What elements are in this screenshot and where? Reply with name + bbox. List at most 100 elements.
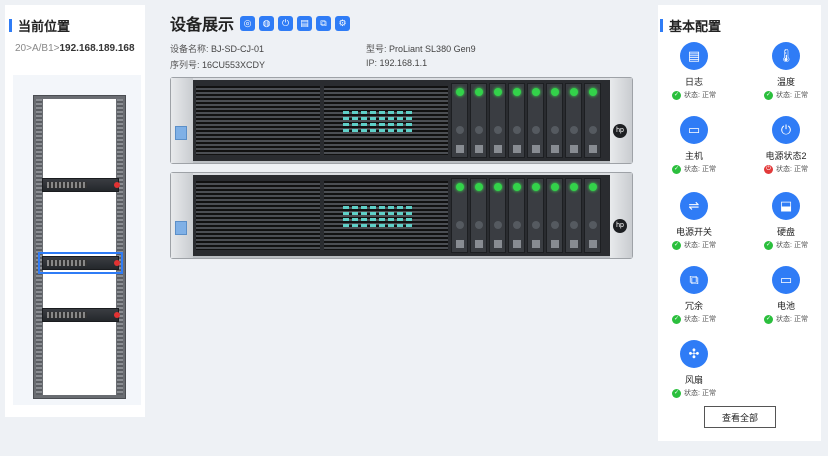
status-value: 正常 xyxy=(793,92,808,99)
log-icon[interactable]: ▤ xyxy=(297,15,313,31)
drive-bay[interactable] xyxy=(489,178,506,253)
server-front-unit-1[interactable]: hp xyxy=(170,77,633,164)
location-panel: 当前位置 20>A/B1>192.168.189.168 xyxy=(5,5,145,417)
config-item-status: ✓ 状态: 正常 xyxy=(751,90,821,100)
vent-grille xyxy=(196,181,320,250)
drive-ok-led-icon xyxy=(512,88,521,96)
drive-bay[interactable] xyxy=(565,83,582,158)
drive-release-icon xyxy=(550,145,559,153)
drive-bay[interactable] xyxy=(584,83,601,158)
location-title: 当前位置 xyxy=(9,16,70,35)
rack-server-3[interactable] xyxy=(42,308,120,322)
network-icon: ⧉ xyxy=(680,266,708,294)
drive-handle-icon xyxy=(569,221,578,229)
drive-bay[interactable] xyxy=(470,178,487,253)
config-item-name: 温度 xyxy=(776,77,795,87)
drive-ok-led-icon xyxy=(493,183,502,191)
status-label: 状态: xyxy=(776,92,792,99)
drive-ok-led-icon xyxy=(493,88,502,96)
config-item-name: 风扇 xyxy=(684,375,703,385)
config-item-power-switch[interactable]: ⇌ 电源开关 ✓ 状态: 正常 xyxy=(659,192,729,250)
drive-bay[interactable] xyxy=(527,178,544,253)
config-item-name: 电源开关 xyxy=(675,227,712,237)
indicator-panel xyxy=(343,108,413,148)
drive-release-icon xyxy=(531,240,540,248)
drive-bay[interactable] xyxy=(489,83,506,158)
cpu-icon[interactable]: ◎ xyxy=(240,15,256,31)
drive-ok-led-icon xyxy=(550,88,559,96)
server-front-unit-2[interactable]: hp xyxy=(170,172,633,259)
drive-ok-led-icon xyxy=(569,88,578,96)
uid-light-icon xyxy=(175,126,187,140)
config-item-temperature[interactable]: 🌡 温度 ✓ 状态: 正常 xyxy=(751,42,821,100)
status-ok-icon: ✓ xyxy=(764,314,774,324)
config-item-status: ✓ 状态: 正常 xyxy=(659,164,729,174)
settings-icon[interactable]: ⚙ xyxy=(335,15,351,31)
serial-info: 序列号: 16CU553XCDY xyxy=(170,58,265,71)
drive-bay[interactable] xyxy=(508,83,525,158)
uid-light-icon xyxy=(175,221,187,235)
drive-bay[interactable] xyxy=(508,178,525,253)
drive-release-icon xyxy=(455,240,464,248)
alarm-led-icon xyxy=(114,312,120,318)
fan-icon: ✣ xyxy=(680,340,708,368)
config-item-name: 电源状态2 xyxy=(765,151,807,161)
drive-bay[interactable] xyxy=(470,83,487,158)
status-label: 状态: xyxy=(776,316,792,323)
title-accent-bar xyxy=(660,19,663,32)
config-item-disk[interactable]: ⬓ 硬盘 ✓ 状态: 正常 xyxy=(751,192,821,250)
drive-release-icon xyxy=(493,145,502,153)
model-label: 型号: xyxy=(366,44,387,54)
breadcrumb-current: 192.168.189.168 xyxy=(59,43,135,54)
vent-grille xyxy=(196,86,320,155)
status-ok-icon: ✓ xyxy=(672,164,682,174)
network-icon[interactable]: ⧉ xyxy=(316,15,332,31)
drive-bay[interactable] xyxy=(451,83,468,158)
drive-bay[interactable] xyxy=(546,178,563,253)
drive-handle-icon xyxy=(588,126,597,134)
drive-bays xyxy=(451,83,601,158)
model-value: ProLiant SL380 Gen9 xyxy=(389,44,476,54)
status-value: 正常 xyxy=(701,242,716,249)
drive-bay[interactable] xyxy=(565,178,582,253)
device-display-header: 设备展示 ◎ ◍ ⏻ ▤ ⧉ ⚙ xyxy=(170,11,354,35)
status-ok-icon: ✓ xyxy=(672,314,682,324)
config-item-host[interactable]: ▭ 主机 ✓ 状态: 正常 xyxy=(659,116,729,174)
power-icon[interactable]: ⏻ xyxy=(278,15,294,31)
drive-bay[interactable] xyxy=(584,178,601,253)
config-item-battery[interactable]: ▭ 电池 ✓ 状态: 正常 xyxy=(751,266,821,324)
drive-release-icon xyxy=(474,145,483,153)
drive-handle-icon xyxy=(474,126,483,134)
view-all-button[interactable]: 查看全部 xyxy=(704,406,776,428)
rack-server-2-selected[interactable] xyxy=(38,252,123,274)
config-item-status: ✓ 状态: 正常 xyxy=(659,240,729,250)
globe-icon[interactable]: ◍ xyxy=(259,15,275,31)
ip-label: IP: xyxy=(366,58,378,68)
status-value: 正常 xyxy=(701,92,716,99)
breadcrumb-path[interactable]: 20>A/B1> xyxy=(15,43,59,54)
drive-bay[interactable] xyxy=(527,83,544,158)
drive-ok-led-icon xyxy=(512,183,521,191)
config-item-status: ✓ 状态: 正常 xyxy=(659,388,729,398)
rack-server-1[interactable] xyxy=(42,178,120,192)
status-label: 状态: xyxy=(684,390,700,397)
config-item-redundancy[interactable]: ⧉ 冗余 ✓ 状态: 正常 xyxy=(659,266,729,324)
drive-handle-icon xyxy=(455,126,464,134)
drive-bays xyxy=(451,178,601,253)
status-value: 正常 xyxy=(701,390,716,397)
drive-bay[interactable] xyxy=(546,83,563,158)
config-item-log[interactable]: ▤ 日志 ✓ 状态: 正常 xyxy=(659,42,729,100)
server-chassis xyxy=(193,80,610,161)
serial-value: 16CU553XCDY xyxy=(202,60,266,70)
indicator-panel xyxy=(343,203,413,243)
config-item-name: 主机 xyxy=(684,151,703,161)
power-icon: ⏻ xyxy=(772,116,800,144)
log-icon: ▤ xyxy=(680,42,708,70)
status-value: 正常 xyxy=(701,166,716,173)
config-item-power-status-2[interactable]: ⏻ 电源状态2 ⏻ 状态: 正常 xyxy=(751,116,821,174)
drive-release-icon xyxy=(512,145,521,153)
config-item-fan[interactable]: ✣ 风扇 ✓ 状态: 正常 xyxy=(659,340,729,398)
basic-config-title: 基本配置 xyxy=(660,16,721,35)
drive-release-icon xyxy=(512,240,521,248)
drive-bay[interactable] xyxy=(451,178,468,253)
